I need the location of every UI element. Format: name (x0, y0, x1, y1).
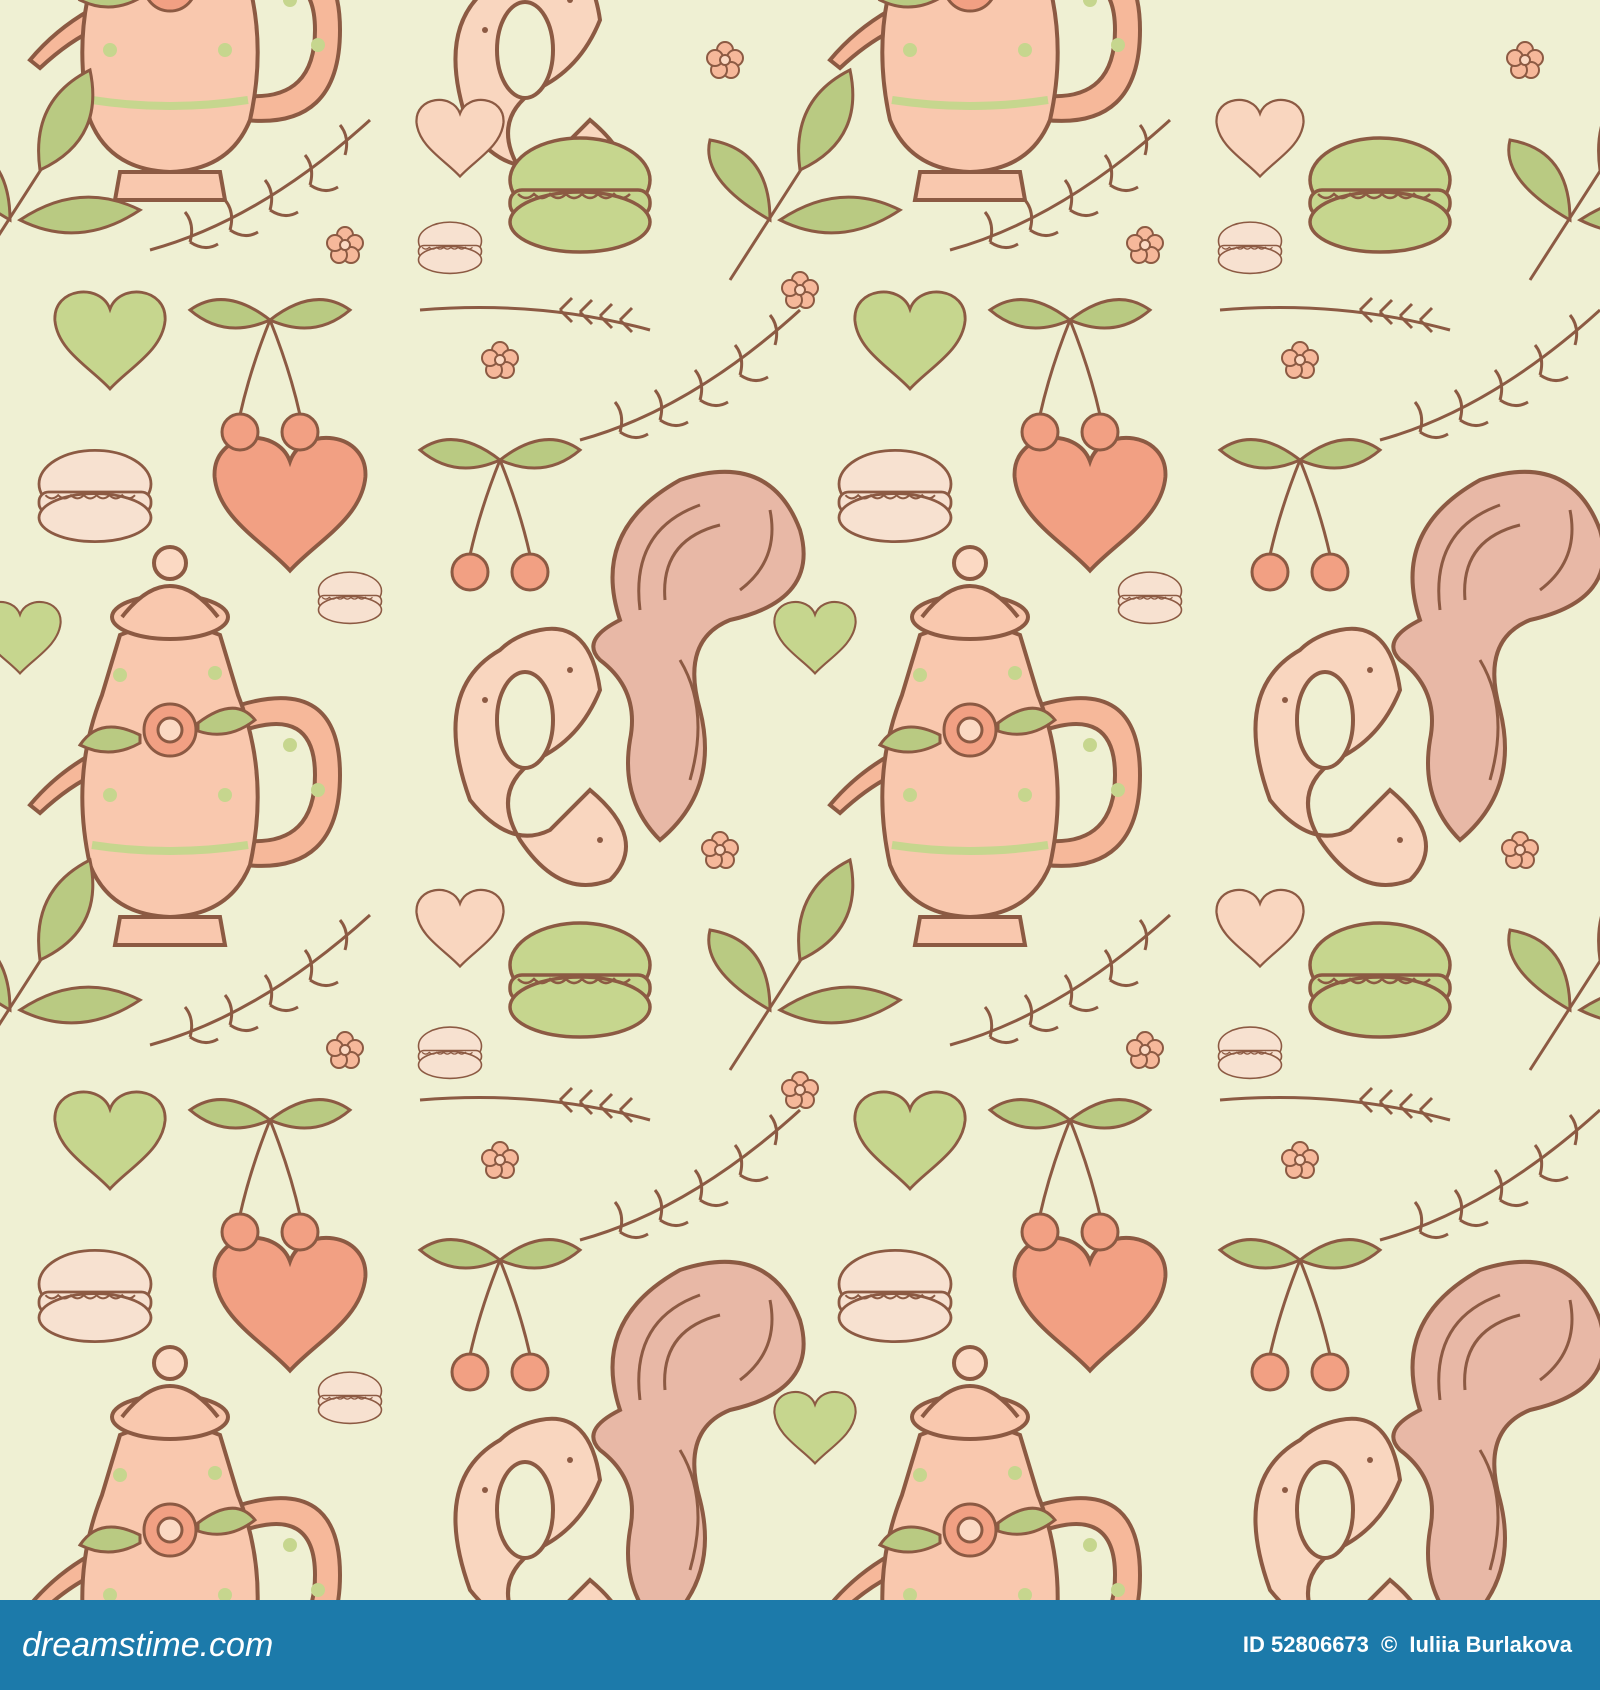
author-name[interactable]: Iuliia Burlakova (1409, 1632, 1572, 1657)
image-credit: ID 52806673 © Iuliia Burlakova (1237, 1632, 1572, 1658)
stock-footer-bar: dreamstime.com ID 52806673 © Iuliia Burl… (0, 1600, 1600, 1690)
dreamstime-logo-mark: dreamstime.com (22, 1626, 273, 1664)
copyright-icon: © (1381, 1632, 1398, 1657)
image-id-label: ID 52806673 (1242, 1632, 1369, 1657)
dreamstime-logo-text: dreamstime.com (22, 1626, 273, 1664)
tea-party-pattern-illustration (0, 0, 1600, 1600)
dreamstime-logo[interactable]: dreamstime.com (22, 1622, 342, 1668)
